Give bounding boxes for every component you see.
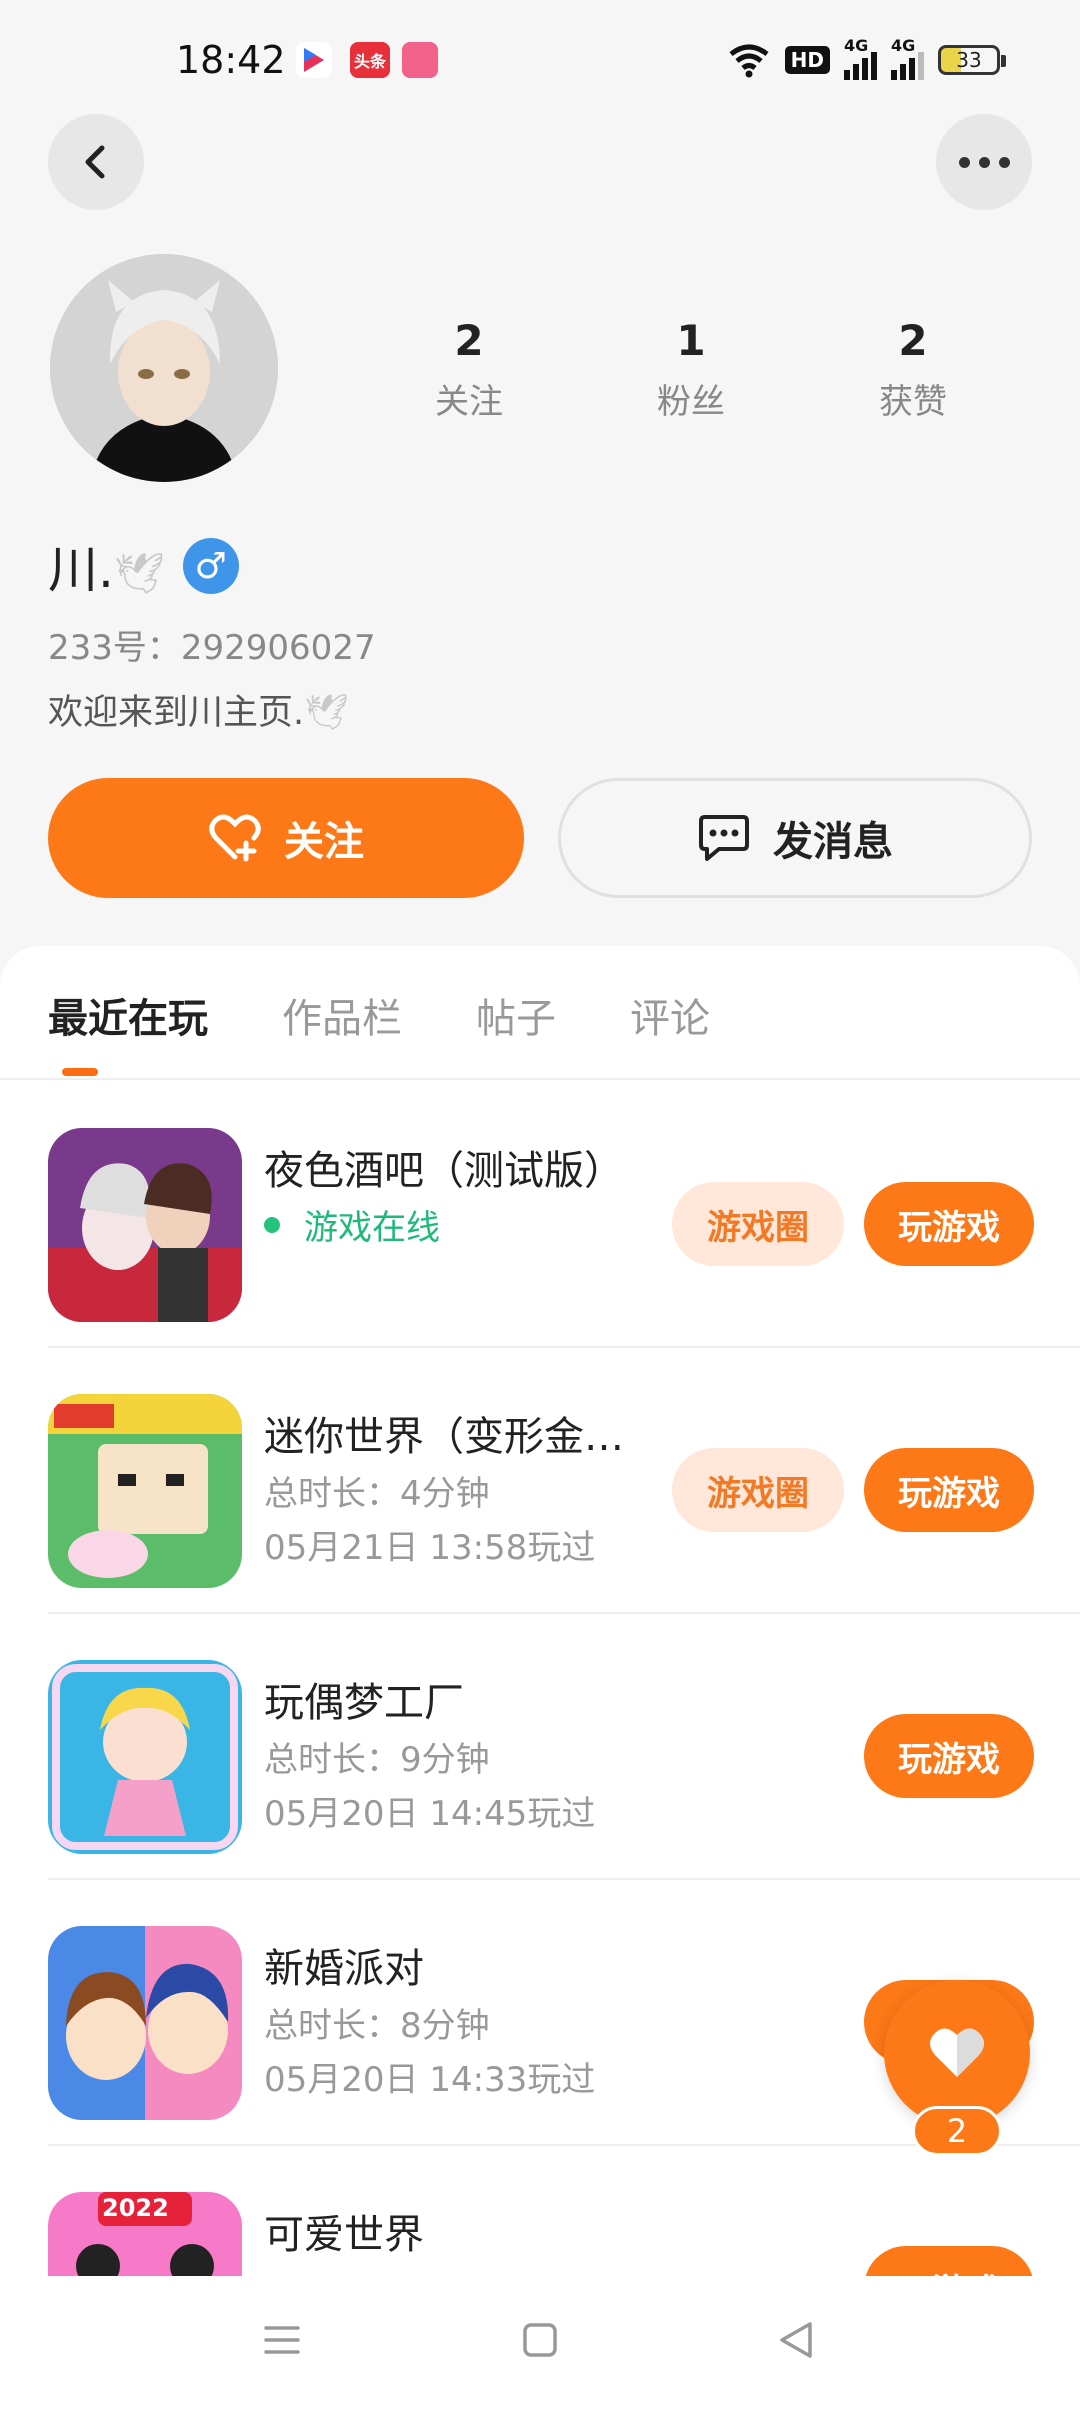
hd-badge: HD: [784, 46, 830, 74]
tab-posts[interactable]: 帖子: [476, 986, 556, 1044]
status-icons: HD 4G 4G 33: [727, 36, 1006, 80]
toutiao-app-icon: 头条: [350, 42, 390, 78]
chat-bubble-icon: [699, 815, 749, 861]
stat-following[interactable]: 2 关注: [358, 316, 580, 423]
bilibili-app-icon: [296, 42, 332, 78]
play-game-button[interactable]: 玩游戏: [864, 1448, 1034, 1532]
menu-icon[interactable]: [262, 2320, 302, 2360]
game-circle-button[interactable]: 游戏圈: [672, 1448, 844, 1532]
game-icon-cute-world: 2022: [48, 2192, 242, 2276]
last-played: 05月20日 14:33玩过: [264, 2060, 596, 2100]
user-id[interactable]: 233号：292906027: [48, 620, 376, 669]
play-game-button[interactable]: 玩游戏: [864, 2246, 1034, 2276]
online-status-text: 游戏在线: [304, 1208, 440, 1248]
tab-indicator: [62, 1068, 98, 1076]
more-button[interactable]: [936, 114, 1032, 210]
like-count-badge: 2: [912, 2106, 1002, 2156]
game-name: 迷你世界（变形金…: [264, 1414, 624, 1460]
signal-icon-1: 4G: [844, 36, 877, 80]
heart-plus-icon: [209, 814, 261, 862]
game-icon-doll-factory: [48, 1660, 242, 1854]
more-dots-icon: [958, 156, 1010, 168]
play-game-button[interactable]: 玩游戏: [864, 1182, 1034, 1266]
message-label: 发消息: [773, 819, 893, 865]
username-row: 川.🕊 ♂: [48, 530, 239, 602]
tab-comments[interactable]: 评论: [630, 986, 710, 1044]
game-name: 新婚派对: [264, 1946, 424, 1992]
stat-likes-count: 2: [898, 316, 928, 365]
game-name: 可爱世界: [264, 2212, 424, 2258]
tab-bar: 最近在玩 作品栏 帖子 评论: [48, 986, 784, 1044]
play-duration: 总时长：8分钟: [264, 2006, 490, 2046]
play-duration: 总时长：4分钟: [264, 1474, 490, 1514]
game-icon-night-bar: [48, 1128, 242, 1322]
game-circle-button[interactable]: 游戏圈: [672, 1182, 844, 1266]
back-nav-icon[interactable]: [776, 2320, 816, 2360]
heart-icon: [930, 2028, 984, 2077]
icon-badge-year: 2022: [102, 2194, 169, 2222]
dove-icon: 🕊: [113, 551, 165, 597]
list-item[interactable]: 夜色酒吧（测试版） 游戏在线 游戏圈 玩游戏: [48, 1082, 1080, 1348]
stat-following-label: 关注: [435, 382, 503, 422]
network-label: 4G: [844, 36, 869, 55]
online-dot-icon: [264, 1216, 280, 1233]
tab-recent-play[interactable]: 最近在玩: [48, 986, 208, 1044]
home-icon[interactable]: [520, 2320, 560, 2360]
tab-works[interactable]: 作品栏: [282, 986, 402, 1044]
network-label-2: 4G: [891, 36, 916, 55]
stat-following-count: 2: [454, 316, 484, 365]
tab-divider: [0, 1078, 1080, 1080]
battery-icon: 33: [938, 45, 1006, 75]
battery-level: 33: [956, 48, 982, 72]
like-fab-button[interactable]: [884, 1980, 1030, 2126]
stat-fans[interactable]: 1 粉丝: [580, 316, 802, 423]
gender-male-icon: ♂: [182, 538, 239, 594]
wifi-icon: [729, 44, 769, 78]
user-bio: 欢迎来到川主页.🕊: [48, 684, 349, 735]
game-name: 夜色酒吧（测试版）: [264, 1148, 624, 1194]
stat-fans-count: 1: [676, 316, 706, 365]
game-name: 玩偶梦工厂: [264, 1680, 464, 1726]
username: 川.🕊: [48, 530, 165, 602]
signal-icon-2: 4G: [891, 36, 924, 80]
stat-likes-label: 获赞: [879, 382, 947, 422]
avatar[interactable]: [50, 254, 278, 482]
online-status: 游戏在线: [264, 1200, 440, 1249]
user-bio-text: 欢迎来到川主页.: [48, 693, 305, 733]
play-duration: 总时长：9分钟: [264, 1740, 490, 1780]
username-text: 川.: [48, 541, 114, 599]
stat-fans-label: 粉丝: [657, 382, 725, 422]
back-button[interactable]: [48, 114, 144, 210]
chevron-left-icon: [85, 145, 105, 179]
game-icon-mini-world: [48, 1394, 242, 1588]
clock: 18:42: [176, 38, 286, 82]
toutiao-label: 头条: [353, 52, 386, 71]
stat-likes[interactable]: 2 获赞: [802, 316, 1024, 423]
last-played: 05月21日 13:58玩过: [264, 1528, 596, 1568]
follow-label: 关注: [284, 819, 364, 865]
last-played: 05月20日 14:45玩过: [264, 1794, 596, 1834]
status-bar: 18:42 头条 HD 4G 4G 33: [0, 0, 1080, 120]
play-game-button[interactable]: 玩游戏: [864, 1714, 1034, 1798]
dove-icon: 🕊: [304, 693, 349, 733]
list-item[interactable]: 迷你世界（变形金… 总时长：4分钟 05月21日 13:58玩过 游戏圈 玩游戏: [48, 1348, 1080, 1614]
game-icon-wedding-party: [48, 1926, 242, 2120]
message-button[interactable]: 发消息: [558, 778, 1032, 898]
follow-button[interactable]: 关注: [48, 778, 524, 898]
list-item[interactable]: 2022 可爱世界 玩游戏: [48, 2146, 1080, 2276]
profile-stats: 2 关注 1 粉丝 2 获赞: [358, 316, 1024, 423]
app-icon-pink: [402, 42, 438, 78]
content-panel: 最近在玩 作品栏 帖子 评论 夜色酒吧（测试版） 游戏在线 游戏圈 玩游戏 迷你…: [0, 946, 1080, 2412]
system-nav-bar: [0, 2276, 1080, 2412]
list-item[interactable]: 玩偶梦工厂 总时长：9分钟 05月20日 14:45玩过 玩游戏: [48, 1614, 1080, 1880]
